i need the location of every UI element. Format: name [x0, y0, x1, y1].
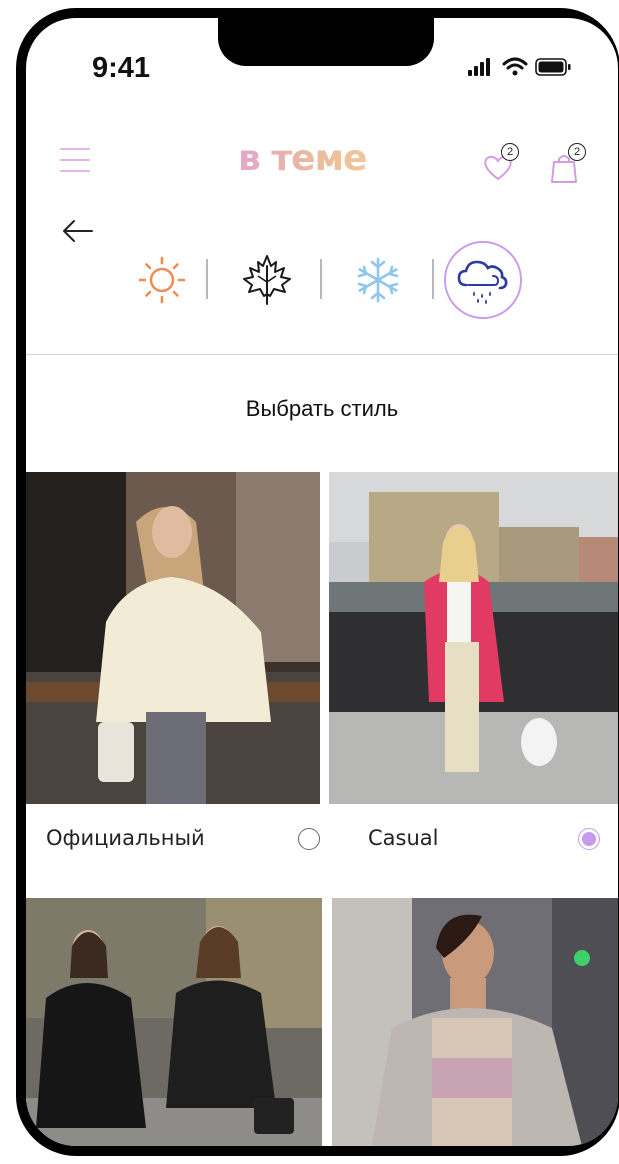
style-radio-official[interactable] [298, 828, 320, 850]
official-style-photo [26, 472, 320, 804]
cart-badge: 2 [568, 143, 586, 161]
notch [218, 18, 434, 66]
app-logo[interactable]: в теме [238, 138, 367, 179]
menu-icon[interactable] [60, 146, 94, 176]
favorites-button[interactable]: 2 [481, 143, 521, 186]
style-card-3[interactable] [26, 898, 322, 1146]
casual-style-photo [329, 472, 618, 804]
style-card-official[interactable] [26, 472, 320, 804]
section-title: Выбрать стиль [245, 396, 399, 421]
season-autumn[interactable] [240, 252, 294, 308]
street-style-photo [26, 898, 322, 1146]
snowflake-icon [357, 257, 399, 303]
sun-icon [138, 256, 186, 304]
status-icons [466, 52, 586, 82]
style-label-casual: Casual [368, 826, 439, 850]
header-divider [26, 354, 618, 355]
style-card-4[interactable] [332, 898, 618, 1146]
style-label-official: Официальный [46, 826, 205, 850]
phone-frame: 9:41 в теме 2 2 Выбрать стиль Официальны… [16, 8, 619, 1156]
back-arrow-icon[interactable] [62, 218, 94, 244]
signal-icon [468, 57, 571, 76]
season-separator [206, 259, 208, 299]
app-screen: 9:41 в теме 2 2 Выбрать стиль Официальны… [26, 18, 618, 1146]
season-summer[interactable] [136, 254, 188, 306]
favorites-badge: 2 [501, 143, 519, 161]
evening-style-photo [332, 898, 618, 1146]
season-separator [320, 259, 322, 299]
status-time: 9:41 [92, 52, 151, 84]
season-winter[interactable] [352, 254, 404, 306]
cart-button[interactable]: 2 [548, 143, 588, 186]
style-card-casual[interactable] [329, 472, 618, 804]
season-separator [432, 259, 434, 299]
rain-cloud-icon [457, 260, 508, 304]
maple-leaf-icon [243, 255, 291, 305]
season-rain[interactable] [444, 241, 522, 319]
style-radio-casual[interactable] [578, 828, 600, 850]
